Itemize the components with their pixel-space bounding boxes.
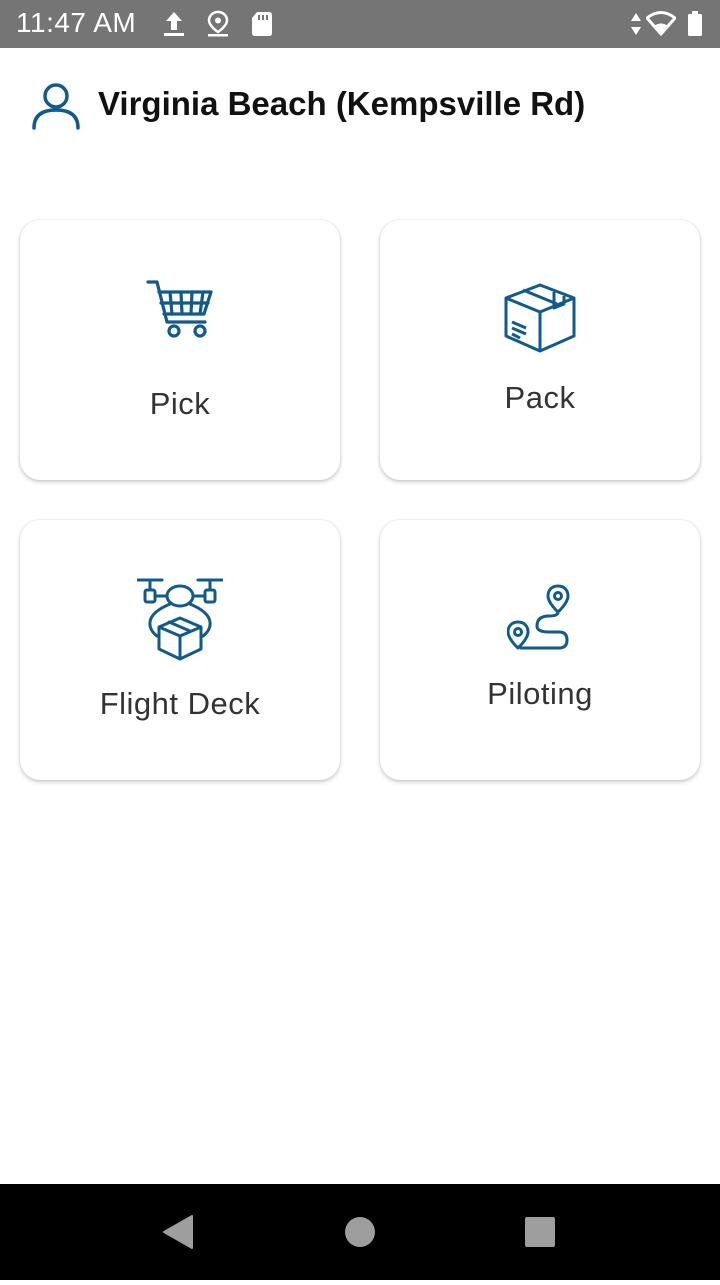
pack-label: Pack <box>504 380 576 415</box>
drone-package-icon <box>136 576 224 667</box>
back-button[interactable] <box>118 1184 238 1280</box>
location-title: Virginia Beach (Kempsville Rd) <box>98 85 586 122</box>
user-icon[interactable] <box>31 81 81 136</box>
shopping-cart-icon <box>145 278 215 347</box>
piloting-label: Piloting <box>487 676 593 711</box>
route-pins-icon <box>506 584 573 657</box>
pick-tile[interactable]: Pick <box>20 220 340 480</box>
home-icon <box>345 1217 375 1247</box>
flight-deck-tile[interactable]: Flight Deck <box>20 520 340 780</box>
back-icon <box>163 1215 193 1249</box>
recents-button[interactable] <box>480 1184 600 1280</box>
home-button[interactable] <box>300 1184 420 1280</box>
piloting-tile[interactable]: Piloting <box>380 520 700 780</box>
navigation-bar <box>0 1184 720 1280</box>
recents-icon <box>525 1217 555 1247</box>
package-box-icon <box>502 282 578 359</box>
battery-icon <box>686 10 704 43</box>
wifi-icon <box>645 10 677 43</box>
status-time: 11:47 AM <box>16 7 137 38</box>
status-bar: 11:47 AM <box>0 0 720 48</box>
flight-deck-label: Flight Deck <box>99 686 261 721</box>
pack-tile[interactable]: Pack <box>380 220 700 480</box>
pick-label: Pick <box>149 386 211 421</box>
location-pin-icon <box>205 10 231 43</box>
sd-card-icon <box>250 10 274 43</box>
header: Virginia Beach (Kempsville Rd) <box>0 48 720 160</box>
data-arrows-icon <box>629 10 643 43</box>
upload-icon <box>161 10 187 43</box>
